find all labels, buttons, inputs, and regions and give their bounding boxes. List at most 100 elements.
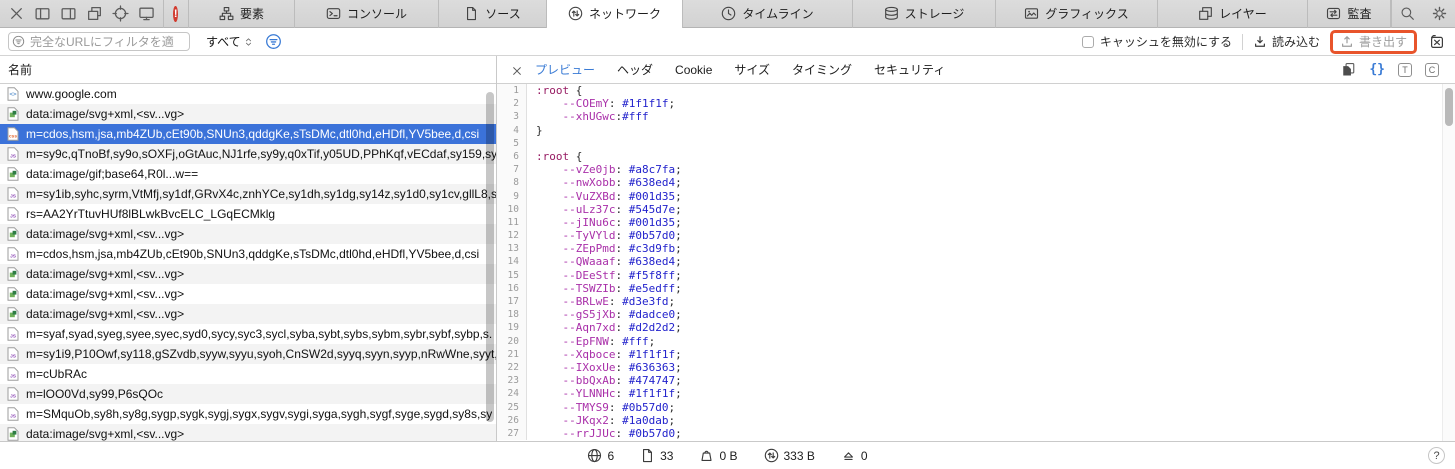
request-row[interactable]: JS m=syaf,syad,syeg,syee,syec,syd0,sycy,s… [0,324,496,344]
line-number: 20 [497,334,527,348]
close-inspector-icon[interactable] [8,5,25,22]
settings-gear-icon[interactable] [1432,6,1447,21]
globe-icon [587,448,602,463]
line-content: :root { [536,84,583,97]
tab-label: レイヤー [1219,7,1267,21]
disable-cache-checkbox[interactable] [1081,35,1094,48]
svg-text:JS: JS [10,253,17,259]
tab-elements[interactable]: 要素 [188,0,294,28]
detail-tab-Cookie[interactable]: Cookie [675,63,712,77]
request-row[interactable]: JS m=cdos,hsm,jsa,mb4ZUb,cEt90b,SNUn3,qdd… [0,244,496,264]
line-content: --jINu6c: #001d35; [562,215,682,229]
request-row[interactable]: data:image/svg+xml,<sv...vg> [0,424,496,441]
detail-tab-タイミング[interactable]: タイミング [792,61,852,78]
status-page-icon: 33 [640,448,673,463]
request-row[interactable]: JS m=cUbRAc [0,364,496,384]
code-line: 20 --EpFNW: #fff; [497,334,1442,348]
request-row[interactable]: data:image/svg+xml,<sv...vg> [0,264,496,284]
tab-graphics[interactable]: グラフィックス [995,0,1157,28]
tab-timelines[interactable]: タイムライン [682,0,852,28]
network-statistics: 6 33 0 B 333 B 0 [587,448,868,463]
tab-label: グラフィックス [1045,7,1129,21]
request-row[interactable]: data:image/svg+xml,<sv...vg> [0,224,496,244]
disable-cache-toggle[interactable]: キャッシュを無効にする [1081,33,1232,50]
name-column-header[interactable]: 名前 [0,56,496,84]
resource-type-select[interactable]: すべて [206,33,253,50]
clear-network-items-icon[interactable] [1429,34,1445,50]
css-source-lines: 1:root {2 --COEmY: #1f1f1f; 3 --xhUGwc:#f… [497,84,1442,441]
active-filter-toggle-icon[interactable] [265,33,282,50]
element-picker-icon[interactable] [112,5,129,22]
line-number: 12 [497,229,527,243]
layers-icon [1198,6,1213,21]
request-row[interactable]: JS m=sy1ib,syhc,syrm,VtMfj,sy1df,GRvX4c,z… [0,184,496,204]
request-row[interactable]: <> www.google.com [0,84,496,104]
resource-type-value: すべて [206,35,241,49]
svg-text:css: css [9,134,17,139]
js-file-icon: JS [7,327,19,341]
pretty-print-icon[interactable]: {} [1369,62,1385,77]
line-content: --VuZXBd: #001d35; [562,189,682,203]
preview-code-view: 1:root {2 --COEmY: #1f1f1f; 3 --xhUGwc:#f… [497,84,1455,441]
upload-icon [1340,35,1354,49]
request-row[interactable]: JS rs=AA2YrTtuvHUf8lBLwkBvcELC_LGqECMklg [0,204,496,224]
tab-layers[interactable]: レイヤー [1157,0,1307,28]
svg-text:<>: <> [9,91,17,98]
request-row[interactable]: data:image/svg+xml,<sv...vg> [0,284,496,304]
request-row[interactable]: JS m=lOO0Vd,sy99,P6sQOc [0,384,496,404]
line-content: --YLNNHc: #1f1f1f; [562,387,682,401]
storage-icon [884,6,899,21]
code-scrollbar-thumb[interactable] [1445,88,1453,126]
request-row[interactable]: css m=cdos,hsm,jsa,mb4ZUb,cEt90b,SNUn3,qd… [0,124,496,144]
dock-side-icon[interactable] [34,5,51,22]
code-line: 27 --rrJJUc: #0b57d0; [497,426,1442,441]
detail-tabs: プレビュー ヘッダ Cookie サイズ タイミング セキュリティ [535,61,945,78]
line-number: 3 [497,110,527,124]
tab-network[interactable]: ネットワーク [546,0,682,28]
detail-tab-サイズ[interactable]: サイズ [734,61,770,78]
tab-audit[interactable]: 監査 [1307,0,1391,28]
line-content: :root { [536,149,583,163]
copy-icon[interactable] [1341,62,1356,77]
help-button[interactable]: ? [1428,447,1445,464]
import-har-button[interactable]: 読み込む [1253,33,1320,50]
cache-icon [841,448,856,463]
line-content [527,137,536,150]
code-line: 6:root { [497,149,1442,164]
request-row[interactable]: data:image/svg+xml,<sv...vg> [0,304,496,324]
text-mode-icon[interactable]: T [1398,62,1412,77]
tab-storage[interactable]: ストレージ [852,0,995,28]
line-number: 8 [497,176,527,190]
graphics-icon [1024,6,1039,21]
request-name: data:image/svg+xml,<sv...vg> [26,427,185,441]
line-number: 11 [497,215,527,230]
tab-sources[interactable]: ソース [438,0,546,28]
request-name: data:image/svg+xml,<sv...vg> [26,227,185,241]
tab-label: ストレージ [904,7,965,21]
tab-console[interactable]: コンソール [294,0,438,28]
content-mode-icon[interactable]: C [1425,62,1439,77]
line-number: 23 [497,374,527,388]
close-detail-icon[interactable] [511,64,523,76]
detach-window-icon[interactable] [86,5,103,22]
device-settings-icon[interactable] [138,5,155,22]
detail-tab-セキュリティ[interactable]: セキュリティ [874,61,945,78]
export-har-button[interactable]: 書き出す [1340,33,1407,50]
request-row[interactable]: JS m=SMquOb,sy8h,sy8g,sygp,sygk,sygj,sygx… [0,404,496,424]
request-row[interactable]: data:image/svg+xml,<sv...vg> [0,104,496,124]
url-filter-input[interactable] [8,32,190,51]
dock-bottom-icon[interactable] [60,5,77,22]
search-icon[interactable] [1400,6,1415,21]
request-row[interactable]: JS m=sy1i9,P10Owf,sy118,gSZvdb,syyw,syyu,… [0,344,496,364]
request-row[interactable]: data:image/gif;base64,R0l...w== [0,164,496,184]
request-name: m=cdos,hsm,jsa,mb4ZUb,cEt90b,SNUn3,qddgK… [26,127,480,141]
detail-tab-プレビュー[interactable]: プレビュー [535,61,595,78]
detail-tab-ヘッダ[interactable]: ヘッダ [617,61,653,78]
requests-scrollbar[interactable] [486,92,494,422]
request-row[interactable]: JS m=sy9c,qTnoBf,sy9o,sOXFj,oGtAuc,NJ1rfe… [0,144,496,164]
error-badge[interactable]: ! [173,5,178,22]
status-value: 6 [607,448,615,463]
code-line: 9 --VuZXBd: #001d35; [497,189,1442,203]
line-number: 7 [497,163,527,177]
line-content: --TMYS9: #0b57d0; [562,400,676,414]
